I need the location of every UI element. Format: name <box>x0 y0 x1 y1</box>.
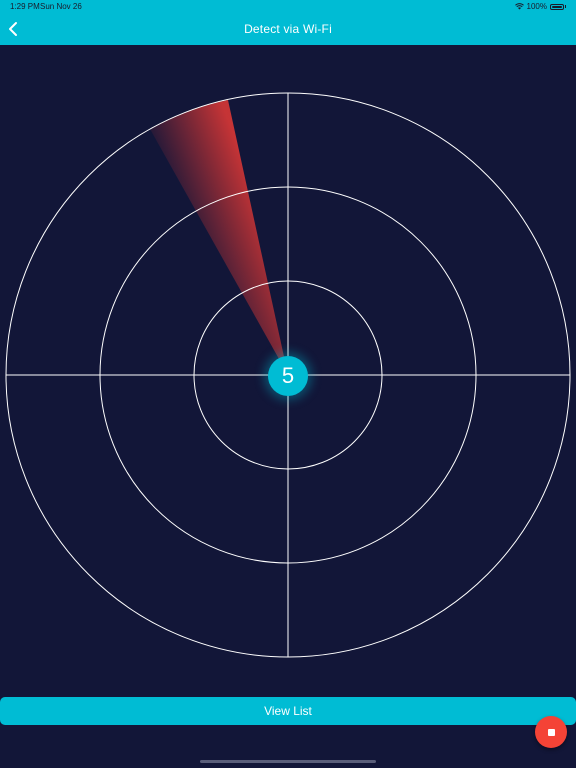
page-title: Detect via Wi-Fi <box>244 22 332 36</box>
status-indicators: 100% <box>514 2 566 11</box>
stop-icon <box>547 728 555 736</box>
status-date: Sun Nov 26 <box>40 2 82 11</box>
home-indicator <box>200 760 376 763</box>
stop-scan-button[interactable] <box>535 716 567 748</box>
battery-icon <box>550 3 564 10</box>
status-bar: 1:29 PM Sun Nov 26 100% <box>0 0 576 14</box>
battery-cap <box>565 5 566 8</box>
wifi-icon <box>514 3 524 10</box>
app-header: 1:29 PM Sun Nov 26 100% Detect via Wi-Fi <box>0 0 576 45</box>
device-count-badge: 5 <box>268 356 308 396</box>
view-list-button[interactable]: View List <box>0 697 576 725</box>
radar-sweep <box>150 100 288 375</box>
battery-percent: 100% <box>526 2 547 11</box>
status-time: 1:29 PM <box>10 2 40 11</box>
